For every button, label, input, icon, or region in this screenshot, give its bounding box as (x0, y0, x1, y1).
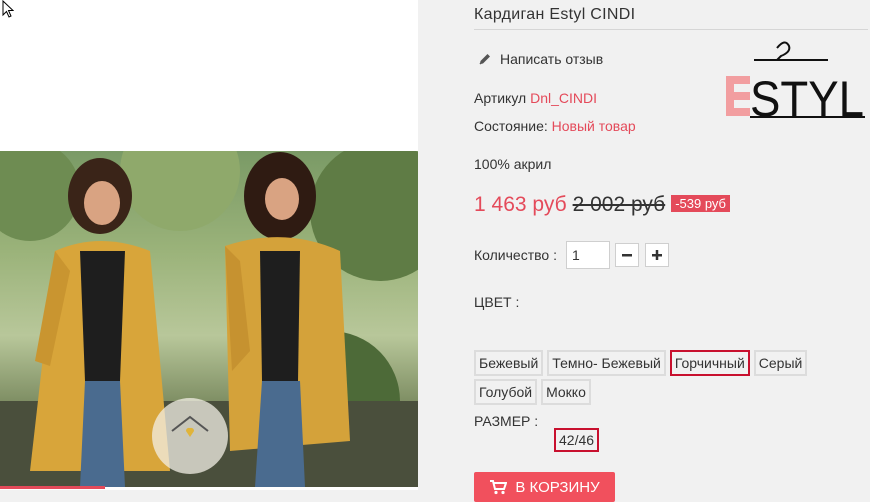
write-review-link[interactable]: Написать отзыв (478, 51, 603, 67)
quantity-decrease-button[interactable] (615, 243, 639, 267)
color-option[interactable]: Голубой (474, 379, 538, 405)
quantity-input[interactable] (566, 241, 610, 269)
price-row: 1 463 руб 2 002 руб -539 руб (474, 193, 730, 217)
sku-value: Dnl_CINDI (530, 90, 597, 106)
product-title: Кардиган Estyl CINDI (474, 6, 636, 23)
image-tab-indicator (0, 486, 105, 489)
size-option-selected[interactable]: 42/46 (554, 428, 600, 452)
color-option[interactable]: Мокко (541, 379, 591, 405)
title-divider (474, 29, 868, 30)
write-review-label: Написать отзыв (500, 51, 604, 67)
old-price: 2 002 руб (572, 193, 666, 216)
condition-value: Новый товар (551, 118, 636, 134)
product-photo[interactable] (0, 151, 418, 487)
plus-icon (652, 250, 662, 260)
add-to-cart-label: В КОРЗИНУ (515, 478, 600, 496)
color-label: ЦВЕТ : (474, 294, 520, 310)
material-text: 100% акрил (474, 156, 552, 172)
color-option[interactable]: Темно- Бежевый (547, 350, 666, 376)
svg-text:STYL: STYL (750, 71, 864, 120)
product-info-panel: Кардиган Estyl CINDI Написать отзыв STYL… (418, 0, 870, 502)
color-option[interactable]: Серый (753, 350, 808, 376)
minus-icon (622, 254, 632, 257)
product-image-panel (0, 0, 418, 490)
sku-label: Артикул (474, 90, 527, 106)
add-to-cart-button[interactable]: В КОРЗИНУ (474, 472, 615, 502)
condition-label: Состояние: (474, 118, 548, 134)
quantity-label: Количество : (474, 247, 557, 263)
color-options: Бежевый Темно- Бежевый Горчичный Серый Г… (474, 350, 864, 405)
sku-row: Артикул Dnl_CINDI (474, 90, 597, 106)
mouse-cursor-icon (2, 0, 14, 18)
cart-icon (490, 480, 508, 495)
size-label: РАЗМЕР : (474, 413, 539, 429)
discount-badge: -539 руб (671, 195, 730, 212)
pencil-icon (479, 54, 490, 65)
quantity-increase-button[interactable] (645, 243, 669, 267)
color-option[interactable]: Бежевый (474, 350, 544, 376)
current-price: 1 463 руб (474, 193, 567, 216)
color-option-selected[interactable]: Горчичный (669, 350, 750, 376)
condition-row: Состояние: Новый товар (474, 118, 636, 134)
brand-logo: STYL (726, 41, 865, 120)
